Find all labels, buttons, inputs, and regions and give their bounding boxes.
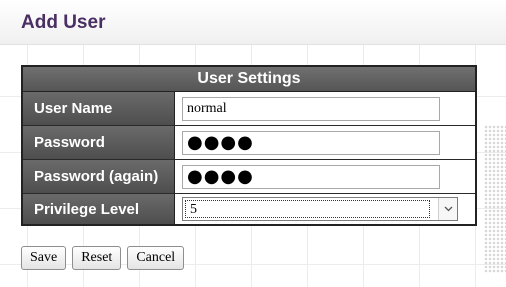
privilege-level-row: Privilege Level 5 [23,194,475,224]
password-row: Password ●●●● [23,126,475,160]
privilege-level-label: Privilege Level [23,194,175,224]
password-label: Password [23,126,175,159]
privilege-level-value: 5 [185,200,430,218]
password-again-input[interactable]: ●●●● [182,164,440,189]
cancel-button[interactable]: Cancel [127,246,185,270]
table-header: User Settings [23,67,475,92]
password-cell: ●●●● [175,126,475,159]
password-input[interactable]: ●●●● [182,130,440,155]
user-name-cell [175,92,475,125]
password-again-cell: ●●●● [175,160,475,193]
chevron-down-icon[interactable] [438,198,457,220]
privilege-level-cell: 5 [175,194,475,224]
user-name-row: User Name [23,92,475,126]
title-bar: Add User [0,0,506,45]
user-name-input[interactable] [182,96,440,121]
user-settings-table: User Settings User Name Password ●●●● Pa… [21,65,477,226]
password-again-label: Password (again) [23,160,175,193]
action-buttons: Save Reset Cancel [21,246,185,270]
decorative-dot-pattern [484,125,506,273]
save-button[interactable]: Save [21,246,67,270]
reset-button[interactable]: Reset [72,246,122,270]
password-again-row: Password (again) ●●●● [23,160,475,194]
page-title: Add User [21,12,106,33]
user-name-label: User Name [23,92,175,125]
privilege-level-select[interactable]: 5 [182,197,458,221]
